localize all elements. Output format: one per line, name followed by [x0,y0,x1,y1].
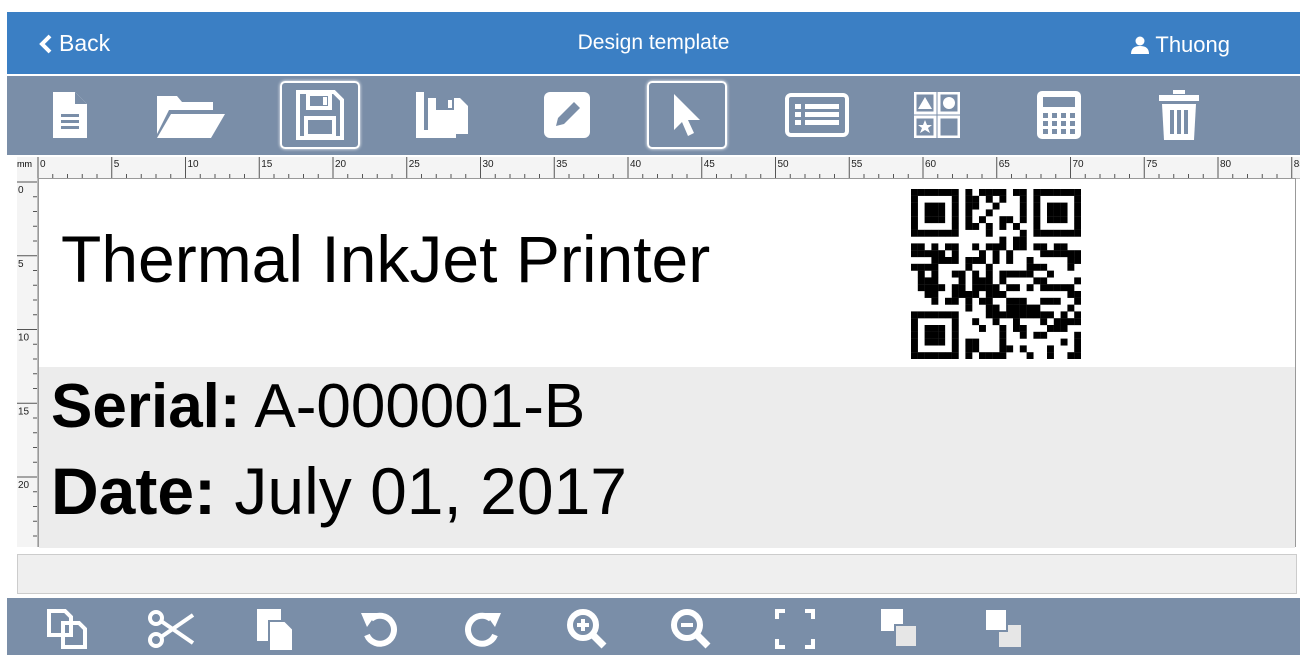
select-tool-button[interactable] [647,81,727,149]
ruler-v-label: 0 [18,185,24,196]
status-bar [17,554,1297,594]
delete-button[interactable] [1139,81,1219,149]
ruler-h-label: 55 [851,159,863,170]
save-icon [296,90,344,140]
ruler-h-label: 40 [630,159,642,170]
ruler-h-label: 35 [556,159,568,170]
new-file-button[interactable] [30,81,110,149]
label-title-text[interactable]: Thermal InkJet Printer [61,221,710,297]
ruler-h-label: 75 [1146,159,1158,170]
paste-button[interactable] [247,606,303,652]
ruler-h-label: 5 [114,159,120,170]
ruler-unit-label: mm [17,159,32,169]
ruler-h-label: 0 [40,159,46,170]
ruler-v-label: 15 [18,406,30,417]
redo-icon [465,612,501,647]
ruler-v-label: 10 [18,333,30,344]
page-title: Design template [577,31,730,54]
date-label: Date: [51,454,217,528]
ruler-h-label: 30 [483,159,495,170]
ruler-h-label: 25 [409,159,421,170]
main-toolbar [7,76,1300,155]
list-button[interactable] [777,81,857,149]
serial-value: A-000001-B [254,372,586,441]
zoom-in-button[interactable] [559,606,615,652]
calculator-button[interactable] [1019,81,1099,149]
edit-button[interactable] [527,81,607,149]
bring-forward-button[interactable] [871,606,927,652]
zoom-out-button[interactable] [663,606,719,652]
ruler-h-label: 10 [188,159,200,170]
undo-icon [361,612,397,647]
ruler-h-label: 45 [704,159,716,170]
ruler-h-label: 15 [261,159,273,170]
bottom-toolbar [7,598,1300,655]
save-as-icon [416,92,468,138]
ruler-v-label: 20 [18,480,30,491]
pointer-select-icon [674,94,700,136]
new-file-icon [53,92,87,138]
ruler-h-label: 85 [1294,159,1300,170]
user-icon [1131,36,1150,54]
ruler-h-label: 20 [335,159,347,170]
list-view-icon [785,93,849,137]
shapes-insert-icon [914,92,960,138]
serial-label: Serial: [51,372,241,441]
ruler-h-label: 80 [1220,159,1232,170]
ruler-h-label: 70 [1073,159,1085,170]
fit-frame-button[interactable] [767,606,823,652]
ruler-h-label: 65 [999,159,1011,170]
send-backward-button[interactable] [975,606,1031,652]
ruler-horizontal-scale: mm 0 5 10 15 20 25 30 35 40 45 50 55 60 65 70 75 80 85 [17,157,1305,178]
date-text[interactable]: Date: July 01, 2017 [51,453,627,529]
user-name: Thuong [1155,32,1230,57]
date-value: July 01, 2017 [234,454,628,528]
paste-icon [257,609,294,651]
ruler-vertical-scale: 0510152025 [17,181,37,565]
cut-button[interactable] [143,606,199,652]
qr-code[interactable] [911,189,1081,359]
edit-pencil-icon [544,92,590,138]
send-backward-icon [984,608,1021,647]
calculator-icon [1037,91,1081,139]
undo-button[interactable] [351,606,407,652]
user-menu[interactable]: Thuong [1131,32,1230,58]
zoom-in-icon [567,609,607,649]
ruler-horizontal: mm 0 5 10 15 20 25 30 35 40 45 50 55 60 65 70 75 80 85 [17,157,1305,179]
fit-frame-icon [775,609,815,649]
copy-icon [47,609,87,649]
redo-button[interactable] [455,606,511,652]
ruler-h-label: 60 [925,159,937,170]
header-bar: Back Design template Thuong [7,12,1300,74]
copy-button[interactable] [39,606,95,652]
save-button[interactable] [280,81,360,149]
label-canvas[interactable]: Thermal InkJet Printer Serial: A-000001-… [38,178,1296,548]
bring-forward-icon [881,609,918,648]
insert-shapes-button[interactable] [897,81,977,149]
cut-scissors-icon [148,610,195,648]
ruler-v-label: 5 [18,259,24,270]
ruler-vertical: 0510152025 [17,178,38,565]
save-as-button[interactable] [402,81,482,149]
serial-text[interactable]: Serial: A-000001-B [51,371,585,442]
ruler-h-label: 50 [778,159,790,170]
open-folder-icon [157,96,225,138]
zoom-out-icon [671,609,711,649]
trash-icon [1159,90,1199,140]
open-button[interactable] [150,81,230,149]
